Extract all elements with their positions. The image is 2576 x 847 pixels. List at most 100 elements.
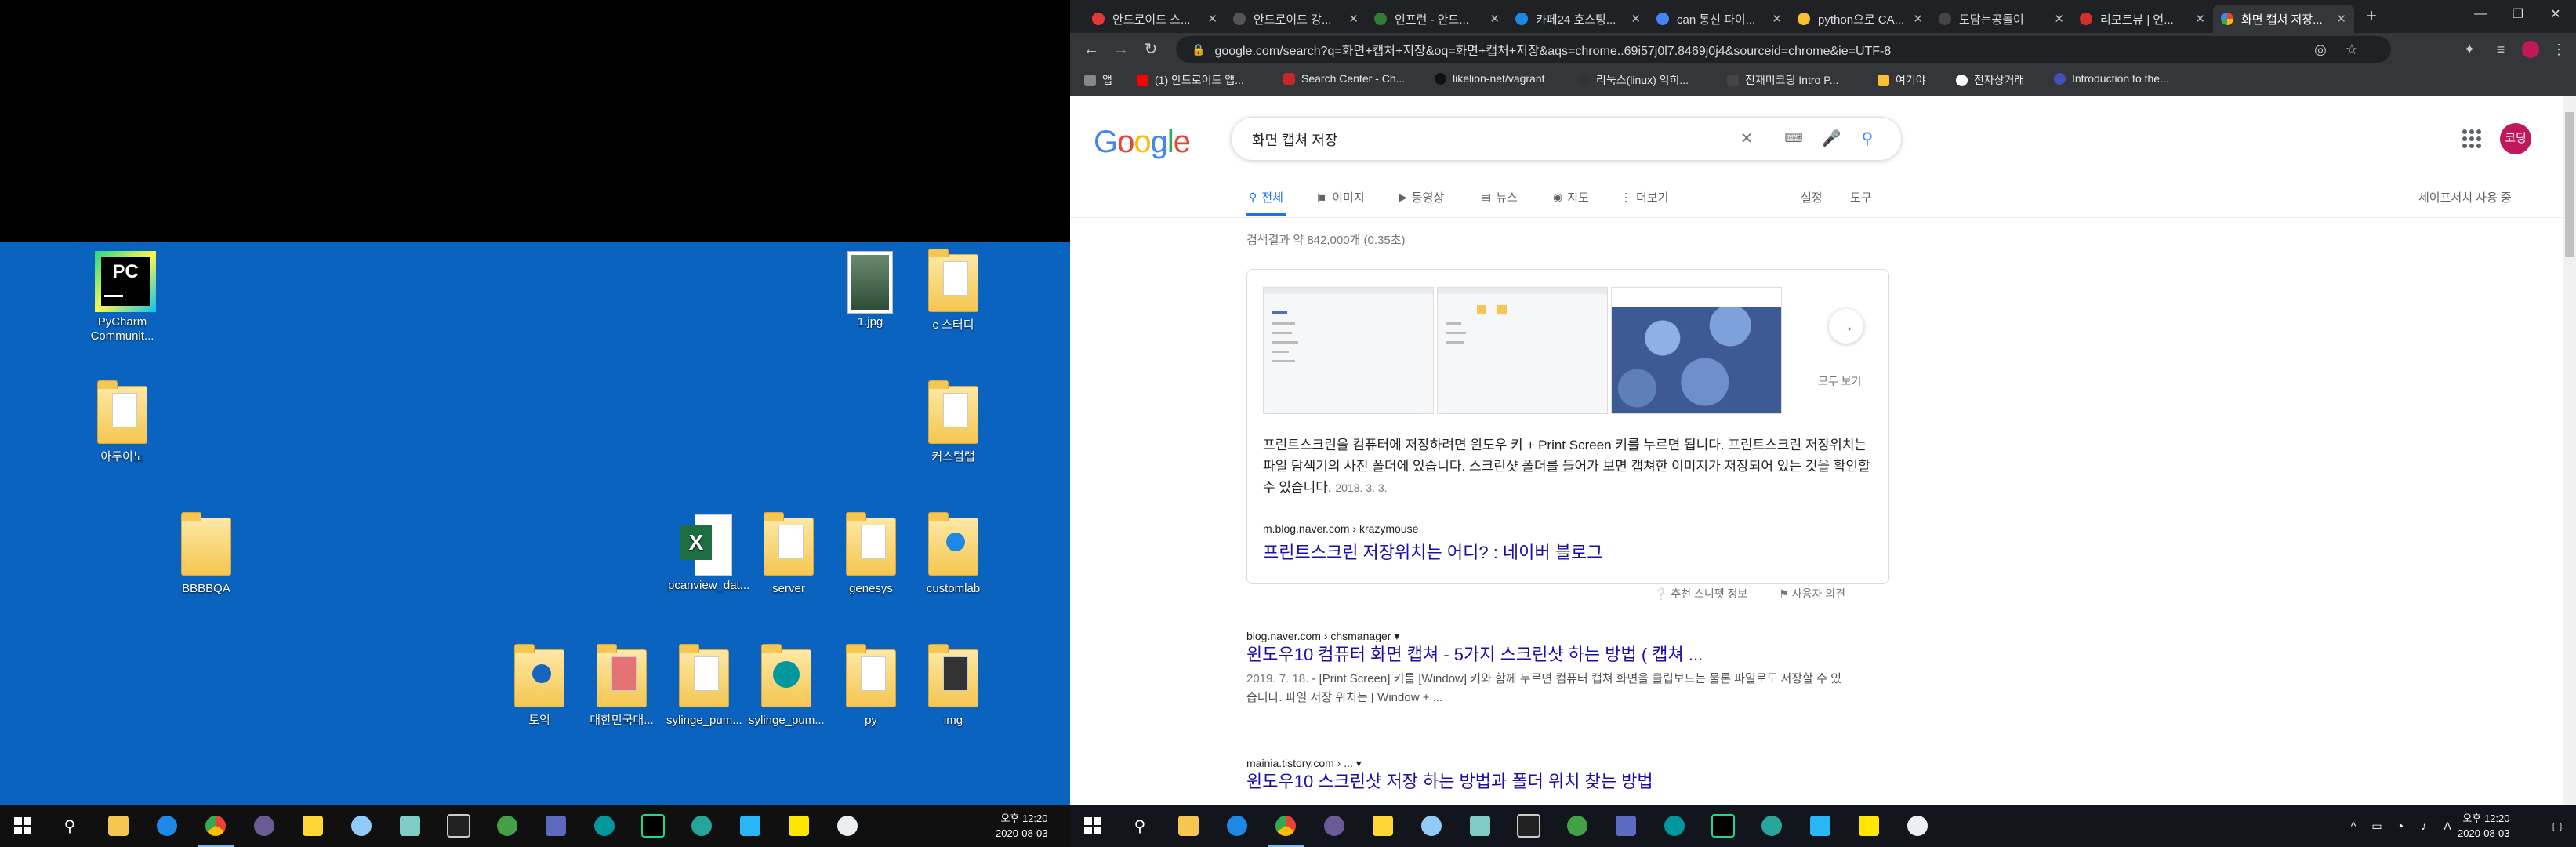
location-icon[interactable]: ◎	[2309, 38, 2332, 61]
taskbar-clock[interactable]: 오후 12:20 2020-08-03	[2458, 811, 2510, 841]
app-icon[interactable]	[688, 812, 715, 839]
terminal-icon[interactable]	[445, 812, 472, 839]
browser-tab[interactable]: 안드로이드 강... ✕	[1225, 5, 1366, 33]
browser-tab[interactable]: 안드로이드 스... ✕	[1084, 5, 1225, 33]
search-input[interactable]	[1250, 127, 1693, 152]
app-icon[interactable]	[494, 812, 521, 839]
bookmark-item[interactable]: likelion-net/vagrant	[1435, 72, 1545, 85]
chevron-up-icon[interactable]: ^	[2340, 812, 2367, 839]
app-icon[interactable]	[1467, 812, 1493, 839]
tools-link[interactable]: 도구	[1850, 189, 1872, 205]
tab-news[interactable]: ▤ 뉴스	[1481, 189, 1518, 205]
battery-icon[interactable]: ▭	[2364, 812, 2390, 839]
close-icon[interactable]: ✕	[1772, 12, 1782, 26]
arduino-icon[interactable]	[1661, 812, 1688, 839]
bookmark-item[interactable]: 전자상거래	[1956, 72, 2024, 88]
bookmark-item[interactable]: Search Center - Ch...	[1283, 72, 1405, 85]
thumbnail-image[interactable]	[1611, 287, 1782, 414]
pycharm-icon[interactable]	[640, 812, 666, 839]
browser-tab[interactable]: 카페24 호스팅... ✕	[1508, 5, 1649, 33]
chrome-icon[interactable]	[198, 812, 234, 847]
paint-icon[interactable]	[1418, 812, 1445, 839]
desktop-icon-excel[interactable]: X pcanview_dat...	[668, 514, 749, 593]
result-cite[interactable]: blog.naver.com › chsmanager ▾	[1246, 630, 1842, 643]
close-window-button[interactable]: ✕	[2537, 0, 2574, 28]
maximize-button[interactable]: ❐	[2499, 0, 2537, 28]
paint-icon[interactable]	[348, 812, 375, 839]
snippet-title-link[interactable]: 프린트스크린 저장위치는 어디? : 네이버 블로그	[1263, 541, 1602, 565]
chrome-icon[interactable]	[1268, 812, 1304, 847]
file-explorer-icon[interactable]	[1175, 812, 1202, 839]
start-button[interactable]	[1084, 817, 1101, 834]
media-icon[interactable]: ≡	[2489, 38, 2513, 61]
tab-maps[interactable]: ◉ 지도	[1553, 189, 1589, 205]
tab-videos[interactable]: ▶ 동영상	[1399, 189, 1444, 205]
close-icon[interactable]: ✕	[2054, 12, 2064, 26]
browser-tab-active[interactable]: 화면 캡쳐 저장... ✕	[2213, 5, 2354, 33]
desktop-icon-folder[interactable]: 토익	[502, 644, 577, 728]
desktop-icon-folder[interactable]: 커스텀랩	[916, 380, 991, 464]
account-avatar[interactable]: 코딩	[2500, 123, 2531, 154]
keyboard-icon[interactable]: ⌨	[1780, 125, 1807, 152]
desktop-icon-folder[interactable]: sylinge_pum...	[666, 644, 742, 728]
desktop-icon-pycharm[interactable]: PC PyCharm Communit...	[85, 251, 160, 344]
app-icon[interactable]	[1758, 812, 1785, 839]
wifi-icon[interactable]: ◔	[2387, 812, 2414, 839]
google-logo[interactable]: Google	[1094, 125, 1191, 160]
desktop-icon-folder[interactable]: py	[833, 644, 909, 728]
browser-tab[interactable]: can 통신 파이... ✕	[1649, 5, 1790, 33]
address-bar[interactable]: 🔒 google.com/search?q=화면+캡처+저장&oq=화면+캡처+…	[1176, 36, 2391, 63]
result-title-link[interactable]: 윈도우10 컴퓨터 화면 캡쳐 - 5가지 스크린샷 하는 방법 ( 캡쳐 ..…	[1246, 643, 1842, 667]
file-explorer-icon[interactable]	[105, 812, 132, 839]
desktop-icon-image[interactable]: 1.jpg	[833, 251, 908, 329]
search-icon[interactable]: ⚲	[1127, 812, 1153, 839]
search-icon[interactable]: ⚲	[1854, 125, 1881, 152]
search-icon[interactable]: ⚲	[56, 812, 83, 839]
profile-avatar-icon[interactable]	[2519, 38, 2542, 61]
bookmark-star-icon[interactable]: ☆	[2340, 38, 2364, 61]
desktop-icon-folder[interactable]: BBBBQA	[169, 512, 244, 596]
more-images-label[interactable]: 모두 보기	[1818, 373, 1861, 389]
browser-tab[interactable]: python으로 CA... ✕	[1790, 5, 1931, 33]
close-icon[interactable]: ✕	[2336, 12, 2346, 26]
desktop-icon-folder[interactable]: 아두이노	[85, 380, 160, 464]
bookmark-item[interactable]: 리눅스(linux) 익히...	[1578, 72, 1689, 88]
app-icon[interactable]	[542, 812, 569, 839]
thumbnail-image[interactable]	[1263, 287, 1434, 414]
app-icon[interactable]	[1564, 812, 1591, 839]
edge-icon[interactable]	[1224, 812, 1250, 839]
desktop-icon-folder[interactable]: customlab	[916, 512, 991, 596]
arrow-right-icon[interactable]: →	[1829, 309, 1863, 344]
bookmark-item[interactable]: Introduction to the...	[2054, 72, 2169, 85]
desktop-icon-folder[interactable]: img	[916, 644, 991, 728]
terminal-icon[interactable]	[1515, 812, 1542, 839]
app-icon[interactable]	[1321, 812, 1348, 839]
app-icon[interactable]	[397, 812, 423, 839]
start-button[interactable]	[14, 817, 31, 834]
minimize-button[interactable]: —	[2462, 0, 2499, 28]
edge-icon[interactable]	[154, 812, 180, 839]
result-cite[interactable]: mainia.tistory.com › ... ▾	[1246, 757, 1842, 770]
app-icon[interactable]	[251, 812, 278, 839]
desktop-icon-folder[interactable]: 대한민국대...	[584, 644, 659, 728]
safesearch-label[interactable]: 세이프서치 사용 중	[2418, 189, 2512, 205]
app-icon[interactable]	[1613, 812, 1639, 839]
page-scrollbar[interactable]	[2563, 96, 2576, 805]
bookmark-item[interactable]: 진재미코딩 Intro P...	[1727, 72, 1838, 88]
snippet-cite[interactable]: m.blog.naver.com › krazymouse	[1263, 522, 1418, 535]
browser-tab[interactable]: 도담는공돌이 ✕	[1931, 5, 2072, 33]
about-featured-snippets-link[interactable]: ❔ 추천 스니펫 정보	[1654, 586, 1747, 602]
close-icon[interactable]: ✕	[1913, 12, 1923, 26]
google-apps-icon[interactable]	[2462, 129, 2481, 148]
forward-icon[interactable]: →	[1109, 38, 1133, 61]
kakaotalk-icon[interactable]	[1856, 812, 1882, 839]
scrollbar-thumb[interactable]	[2565, 112, 2574, 257]
back-icon[interactable]: ←	[1079, 38, 1103, 61]
reload-icon[interactable]: ↻	[1139, 38, 1163, 61]
browser-tab[interactable]: 인프런 - 안드... ✕	[1366, 5, 1508, 33]
taskbar-clock[interactable]: 오후 12:20 2020-08-03	[996, 811, 1048, 841]
chevron-down-icon[interactable]: ▾	[1356, 757, 1362, 769]
result-title-link[interactable]: 윈도우10 스크린샷 저장 하는 방법과 폴더 위치 찾는 방법	[1246, 770, 1842, 794]
kakaotalk-icon[interactable]	[785, 812, 812, 839]
chevron-down-icon[interactable]: ▾	[1394, 630, 1399, 642]
